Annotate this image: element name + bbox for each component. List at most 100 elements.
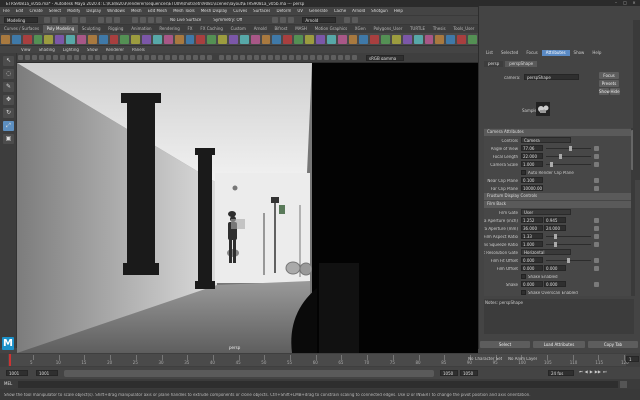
panel-tool-icon[interactable] <box>18 55 23 60</box>
shelf-tool-icon[interactable] <box>359 34 369 44</box>
panel-tool-icon[interactable] <box>95 55 100 60</box>
persp-viewport[interactable]: persp <box>17 63 478 353</box>
redo-icon[interactable] <box>80 17 86 23</box>
shelf-tool-icon[interactable] <box>66 34 76 44</box>
panel-tool-icon[interactable] <box>179 55 184 60</box>
slider-knob[interactable] <box>554 234 558 239</box>
shelf-tool-icon[interactable] <box>153 34 162 44</box>
menu-mesh[interactable]: Mesh <box>131 9 142 13</box>
select-component-icon[interactable] <box>114 17 120 23</box>
panel-tool-icon[interactable] <box>116 55 121 60</box>
go-to-start-icon[interactable]: ⏮ <box>579 370 583 374</box>
panel-tool-icon[interactable] <box>324 55 329 60</box>
ae-tab-help[interactable]: Help <box>588 50 605 56</box>
load-attributes-button[interactable]: Load Attributes <box>533 341 585 348</box>
shelf-tab-curves-surfaces[interactable]: Curves / Surfaces <box>0 25 43 33</box>
panel-tool-icon[interactable] <box>123 55 128 60</box>
ae-tab-list[interactable]: List <box>482 50 497 56</box>
panel-tool-icon[interactable] <box>226 55 231 60</box>
shelf-tab-mash[interactable]: MASH <box>291 25 311 33</box>
shelf-tool-icon[interactable] <box>294 34 304 44</box>
paint-tool-icon[interactable]: ✎ <box>3 82 14 92</box>
copy-tab-button[interactable]: Copy Tab <box>588 341 638 348</box>
panel-tool-icon[interactable] <box>144 55 149 60</box>
panel-tool-icon[interactable] <box>81 55 86 60</box>
attribute-value-field-2[interactable]: 0.000 <box>544 281 566 287</box>
panel-tool-icon[interactable] <box>310 55 315 60</box>
shelf-tool-icon[interactable] <box>98 34 108 44</box>
play-icon[interactable]: ▶ <box>590 370 593 374</box>
shelf-tool-icon[interactable] <box>218 34 228 44</box>
panel-tool-icon[interactable] <box>296 55 301 60</box>
ae-tab-selected[interactable]: Selected <box>497 50 522 56</box>
character-set-label[interactable]: No Character Set <box>468 357 502 361</box>
attribute-value-field[interactable]: 0.000 <box>521 281 543 287</box>
shelf-tab-turtle[interactable]: TURTLE <box>406 25 429 33</box>
panel-tool-icon[interactable] <box>200 55 205 60</box>
open-scene-icon[interactable] <box>52 17 58 23</box>
shelf-tab-animation[interactable]: Animation <box>127 25 155 33</box>
attribute-value-field[interactable]: 1.000 <box>521 161 543 167</box>
attribute-value-field[interactable]: 10000.000 <box>521 185 543 191</box>
map-button-icon[interactable] <box>594 242 599 247</box>
menu-select[interactable]: Select <box>49 9 61 13</box>
shelf-tool-icon[interactable] <box>44 34 54 44</box>
panel-tool-icon[interactable] <box>102 55 107 60</box>
shelf-tool-icon[interactable] <box>33 34 43 44</box>
shelf-tool-icon[interactable] <box>457 34 466 44</box>
select-hierarchy-icon[interactable] <box>98 17 104 23</box>
panel-tool-icon[interactable] <box>303 55 308 60</box>
shelf-tab-custom[interactable]: Custom <box>227 25 250 33</box>
ae-tab-attributes[interactable]: Attributes <box>541 49 570 56</box>
script-editor-icon[interactable] <box>620 381 627 388</box>
slider-knob[interactable] <box>567 258 570 263</box>
ae-tab-show[interactable]: Show <box>570 50 589 56</box>
menu-uv[interactable]: UV <box>297 9 303 13</box>
shelf-tool-icon[interactable] <box>87 34 97 44</box>
menu-deform[interactable]: Deform <box>276 9 291 13</box>
shelf-tool-icon[interactable] <box>174 34 184 44</box>
select-tool-icon[interactable]: ↖ <box>3 56 14 66</box>
shelf-tab-sculpting[interactable]: Sculpting <box>78 25 104 33</box>
shelf-tool-icon[interactable] <box>315 34 325 44</box>
shelf-tool-icon[interactable] <box>185 34 195 44</box>
map-button-icon[interactable] <box>594 234 599 239</box>
attribute-slider[interactable] <box>546 242 591 247</box>
save-scene-icon[interactable] <box>60 17 66 23</box>
map-button-icon[interactable] <box>594 186 599 191</box>
undo-icon[interactable] <box>72 17 78 23</box>
panel-tool-icon[interactable] <box>233 55 238 60</box>
attribute-value-field[interactable]: 0.000 <box>521 257 543 263</box>
map-button-icon[interactable] <box>594 258 599 263</box>
ae-tab-focus[interactable]: Focus <box>522 50 541 56</box>
channel-box-toggle-icon[interactable] <box>352 17 359 23</box>
attribute-dropdown[interactable]: User <box>521 209 571 215</box>
render-settings-icon[interactable] <box>288 17 295 23</box>
menu-mesh-tools[interactable]: Mesh Tools <box>173 9 195 13</box>
playback-start-field[interactable]: 1001 <box>36 370 58 376</box>
attribute-value-field[interactable]: 1.252 <box>521 217 543 223</box>
section-header-camera-attributes[interactable]: Camera Attributes <box>484 129 632 136</box>
new-scene-icon[interactable] <box>44 17 50 23</box>
shelf-tool-icon[interactable] <box>239 34 249 44</box>
shelf-tab-poly-modeling[interactable]: Poly Modeling <box>42 25 78 33</box>
shelf-tool-icon[interactable] <box>11 34 21 44</box>
menu-edit-mesh[interactable]: Edit Mesh <box>148 9 168 13</box>
presets-button[interactable]: Presets <box>599 80 619 87</box>
panel-menu-show[interactable]: Show <box>87 48 98 52</box>
map-button-icon[interactable] <box>594 154 599 159</box>
map-button-icon[interactable] <box>594 226 599 231</box>
panel-tool-icon[interactable] <box>193 55 198 60</box>
command-input[interactable] <box>18 381 618 388</box>
panel-tool-icon[interactable] <box>268 55 273 60</box>
symmetry-label[interactable]: Symmetry: Off <box>213 18 242 22</box>
attribute-value-field[interactable]: 22.000 <box>521 153 543 159</box>
shelf-tool-icon[interactable] <box>402 34 412 44</box>
shelf-tool-icon[interactable] <box>337 34 347 44</box>
shelf-tool-icon[interactable] <box>261 34 271 44</box>
shelf-tool-icon[interactable] <box>272 34 282 44</box>
notes-area[interactable]: Notes: perspShape <box>484 299 634 334</box>
step-back-icon[interactable]: ◀ <box>585 370 588 374</box>
shelf-tool-icon[interactable] <box>229 34 238 44</box>
panel-tool-icon[interactable] <box>109 55 114 60</box>
